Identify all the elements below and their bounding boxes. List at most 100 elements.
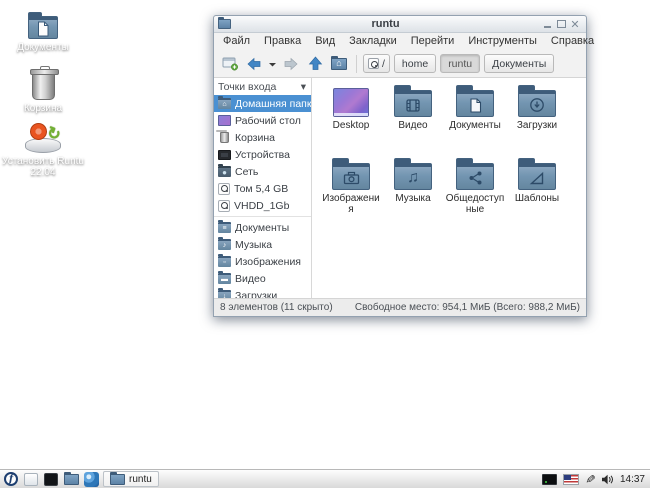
chevron-down-icon [268,57,277,71]
path-segment-home[interactable]: home [394,54,436,73]
pictures-folder-icon: ▫ [218,256,231,267]
system-tray: ✎ 14:37 [542,473,647,485]
toolbar: ⌂ / home runtu Документы [214,50,586,77]
desktop-icon-install-runtu[interactable]: ↻ Установить Runtu 22.04 [0,118,86,178]
film-emblem-icon [395,94,431,116]
share-emblem-icon [457,167,493,189]
display-tray-icon[interactable] [542,474,557,485]
forward-button[interactable] [280,53,302,75]
file-item-downloads[interactable]: Загрузки [506,83,568,156]
downloads-folder-icon [518,90,556,117]
network-icon: ● [218,166,231,177]
minimize-button[interactable] [540,18,554,30]
sidebar-item-desktop[interactable]: Рабочий стол [214,112,311,129]
terminal-icon [44,473,58,486]
file-item-templates[interactable]: Шаблоны [506,156,568,229]
desktop-icon-label: Корзина [24,103,62,114]
menu-bookmarks[interactable]: Закладки [342,33,404,50]
home-folder-icon: ⌂ [218,98,231,109]
file-item-public[interactable]: Общедоступные [444,156,506,229]
window-content: Точки входа ▾ ⌂ Домашняя папка Рабочий с… [214,77,586,299]
desktop-icon-label: Установить Runtu 22.04 [0,156,86,178]
folder-icon [64,474,79,485]
desktop-icon [218,115,231,126]
triangle-ruler-emblem-icon [519,167,555,189]
desktop: Документы Корзина ↻ Установить Runtu 22.… [0,0,650,488]
sidebar-item-home[interactable]: ⌂ Домашняя папка [214,95,311,112]
path-root-button[interactable]: / [363,54,390,73]
music-note-emblem-icon: ♫ [395,167,431,189]
templates-folder-icon [518,163,556,190]
documents-folder-icon: ≡ [218,222,231,233]
applications-menu-button[interactable]: f [3,471,19,487]
volume-icon[interactable] [601,474,614,485]
drive-icon [218,183,230,195]
keyboard-layout-flag-icon[interactable] [563,474,579,485]
clock[interactable]: 14:37 [620,474,645,485]
menu-edit[interactable]: Правка [257,33,308,50]
sidebar-item-volume[interactable]: Том 5,4 GB [214,180,311,197]
trash-icon [32,72,55,100]
task-label: runtu [129,474,152,485]
documents-folder-icon [456,90,494,117]
file-manager-launcher[interactable] [63,471,79,487]
menu-go[interactable]: Перейти [404,33,462,50]
desktop-icon-documents[interactable]: Документы [0,10,86,53]
video-folder-icon [394,90,432,117]
sidebar-item-pictures[interactable]: ▫ Изображения [214,253,311,270]
trash-icon [220,132,229,143]
new-tab-button[interactable] [219,53,241,75]
desktop-icon-trash[interactable]: Корзина [0,64,86,114]
maximize-button[interactable] [554,18,568,30]
taskbar-window-button[interactable]: runtu [103,471,159,487]
download-emblem-icon [519,94,555,116]
up-button[interactable] [304,53,326,75]
menu-view[interactable]: Вид [308,33,342,50]
up-arrow-icon [308,56,323,71]
show-desktop-icon [24,473,38,486]
document-emblem-icon [457,94,493,116]
distro-logo-icon: f [4,472,18,486]
public-folder-icon [456,163,494,190]
show-desktop-button[interactable] [23,471,39,487]
browser-launcher[interactable] [83,471,99,487]
desktop-thumbnail-icon [333,88,369,117]
path-segment-documents[interactable]: Документы [484,54,554,73]
back-history-dropdown[interactable] [267,53,278,75]
close-button[interactable]: ✕ [568,18,582,30]
sidebar-item-downloads[interactable]: ↓ Загрузки [214,287,311,299]
new-tab-icon [222,56,239,71]
sidebar-item-video[interactable]: ▬ Видео [214,270,311,287]
file-item-desktop[interactable]: Desktop [320,83,382,156]
path-segment-runtu[interactable]: runtu [440,54,480,73]
sidebar-item-devices[interactable]: Устройства [214,146,311,163]
file-item-video[interactable]: Видео [382,83,444,156]
folder-icon [110,474,125,485]
forward-arrow-icon [283,57,299,71]
sidebar-item-trash[interactable]: Корзина [214,129,311,146]
menu-tools[interactable]: Инструменты [461,33,544,50]
file-item-pictures[interactable]: Изображения [320,156,382,229]
titlebar[interactable]: runtu ✕ [214,16,586,33]
window-title: runtu [231,18,540,30]
terminal-launcher[interactable] [43,471,59,487]
documents-folder-icon [28,16,58,39]
desktop-icon-label: Документы [17,42,69,53]
devices-monitor-icon [218,150,231,160]
sidebar-item-documents[interactable]: ≡ Документы [214,219,311,236]
sidebar-item-vhdd[interactable]: VHDD_1Gb [214,197,311,214]
sidebar-header[interactable]: Точки входа ▾ [214,79,311,95]
menu-file[interactable]: Файл [216,33,257,50]
pen-tray-icon[interactable]: ✎ [584,473,597,484]
sidebar-item-music[interactable]: ♪ Музыка [214,236,311,253]
menu-help[interactable]: Справка [544,33,601,50]
sidebar-item-network[interactable]: ● Сеть [214,163,311,180]
pictures-folder-icon [332,163,370,190]
window-folder-icon [218,19,231,29]
taskbar: f runtu ✎ 14:37 [0,469,650,488]
back-button[interactable] [243,53,265,75]
file-item-documents[interactable]: Документы [444,83,506,156]
document-emblem-icon [29,20,57,38]
home-button[interactable]: ⌂ [328,53,350,75]
file-item-music[interactable]: ♫ Музыка [382,156,444,229]
